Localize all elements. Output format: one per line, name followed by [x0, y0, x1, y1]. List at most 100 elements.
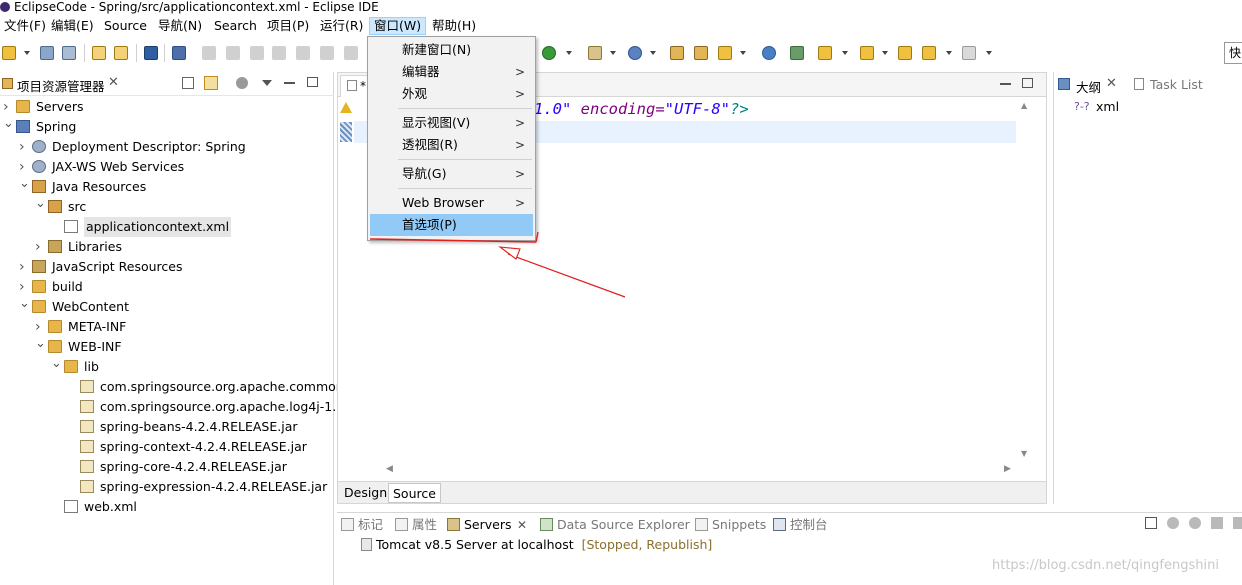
chevron-right-icon[interactable]: › — [19, 257, 29, 277]
chevron-down-icon[interactable]: ⌄ — [19, 174, 30, 194]
chevron-down-icon[interactable] — [24, 51, 30, 55]
chevron-down-icon[interactable] — [946, 51, 952, 55]
chevron-down-icon[interactable]: ⌄ — [19, 294, 30, 314]
tree-item[interactable]: spring-expression-4.2.4.RELEASE.jar — [0, 477, 334, 497]
tree-item[interactable]: › build — [0, 277, 334, 297]
debug-server-icon[interactable] — [1167, 517, 1179, 529]
publish-icon[interactable] — [1233, 517, 1242, 529]
chevron-right-icon[interactable]: › — [35, 237, 45, 257]
menu-item-appearance[interactable]: 外观 > — [370, 83, 533, 105]
tree-item[interactable]: ⌄ WebContent — [0, 294, 334, 317]
tree-item[interactable]: spring-beans-4.2.4.RELEASE.jar — [0, 417, 334, 437]
outline-item-xml[interactable]: xml — [1096, 99, 1119, 114]
open-type-icon[interactable] — [92, 46, 106, 60]
web-service-icon[interactable] — [628, 46, 642, 60]
menu-edit[interactable]: 编辑(E) — [47, 17, 98, 35]
chevron-down-icon[interactable] — [740, 51, 746, 55]
tab-properties[interactable]: 属性 — [395, 515, 437, 535]
tree-item[interactable]: ⌄ src — [0, 196, 334, 217]
stop-server-icon[interactable] — [1211, 517, 1223, 529]
next-annotation-icon[interactable] — [818, 46, 832, 60]
tree-item[interactable]: › JavaScript Resources — [0, 257, 334, 277]
maximize-icon[interactable] — [307, 77, 318, 87]
tree-item[interactable]: web.xml — [0, 497, 334, 517]
view-menu-icon[interactable] — [262, 80, 272, 86]
editor-tab-applicationcontext[interactable]: * — [340, 75, 368, 97]
close-icon[interactable]: ✕ — [1106, 76, 1117, 91]
wand-icon[interactable] — [718, 46, 732, 60]
step-into-icon[interactable] — [296, 46, 310, 60]
last-edit-icon[interactable] — [898, 46, 912, 60]
menu-item-perspective[interactable]: 透视图(R) > — [370, 134, 533, 156]
menu-item-navigation[interactable]: 导航(G) > — [370, 163, 533, 185]
tab-task-list[interactable]: Task List — [1150, 77, 1203, 92]
resume-icon[interactable] — [202, 46, 216, 60]
menu-item-editor[interactable]: 编辑器 > — [370, 61, 533, 83]
tree-item[interactable]: › Deployment Descriptor: Spring — [0, 137, 334, 157]
quick-access-input[interactable]: 快 — [1224, 42, 1242, 64]
menu-help[interactable]: 帮助(H) — [428, 17, 480, 35]
server-row[interactable]: Tomcat v8.5 Server at localhost [Stopped… — [361, 537, 712, 552]
maximize-icon[interactable] — [1022, 78, 1033, 88]
new-server-icon[interactable] — [588, 46, 602, 60]
chevron-down-icon[interactable] — [986, 51, 992, 55]
scroll-left-icon[interactable]: ◀ — [386, 464, 393, 474]
scroll-down-icon[interactable]: ▼ — [1021, 449, 1027, 458]
prev-annotation-icon[interactable] — [860, 46, 874, 60]
scroll-right-icon[interactable]: ▶ — [1004, 464, 1011, 474]
code-line-1[interactable]: 1.0" encoding="UTF-8"?> — [534, 100, 749, 118]
step-return-icon[interactable] — [344, 46, 358, 60]
new-package-icon[interactable] — [670, 46, 684, 60]
menu-item-web-browser[interactable]: Web Browser > — [370, 192, 533, 214]
save-icon[interactable] — [40, 46, 54, 60]
run-icon[interactable] — [542, 46, 556, 60]
terminate-icon[interactable] — [250, 46, 264, 60]
save-all-icon[interactable] — [62, 46, 76, 60]
tree-item[interactable]: ⌄ Java Resources — [0, 174, 334, 197]
back-arrow-icon[interactable] — [922, 46, 936, 60]
forward-arrow-icon[interactable] — [962, 46, 976, 60]
minimize-icon[interactable] — [284, 82, 295, 84]
tree-item[interactable]: › Servers — [0, 97, 334, 117]
debug-skip-icon[interactable] — [172, 46, 186, 60]
tab-design[interactable]: Design — [340, 483, 391, 503]
tab-console[interactable]: 控制台 — [773, 515, 828, 535]
step-over-icon[interactable] — [320, 46, 334, 60]
tree-item[interactable]: › Libraries — [0, 237, 334, 257]
tree-item[interactable]: com.springsource.org.apache.commons — [0, 377, 350, 397]
menu-window[interactable]: 窗口(W) — [369, 17, 427, 35]
tab-markers[interactable]: 标记 — [341, 515, 383, 535]
console-icon[interactable] — [144, 46, 158, 60]
disconnect-icon[interactable] — [272, 46, 286, 60]
warning-icon[interactable] — [340, 102, 352, 113]
chevron-down-icon[interactable] — [650, 51, 656, 55]
suspend-icon[interactable] — [226, 46, 240, 60]
menu-item-new-window[interactable]: 新建窗口(N) — [370, 39, 533, 61]
menu-file[interactable]: 文件(F) — [0, 17, 50, 35]
search-icon[interactable] — [790, 46, 804, 60]
tab-source[interactable]: Source — [388, 483, 441, 503]
tab-data-source-explorer[interactable]: Data Source Explorer — [540, 515, 690, 535]
close-icon[interactable]: ✕ — [517, 518, 527, 532]
chevron-down-icon[interactable] — [610, 51, 616, 55]
open-folder-icon[interactable] — [694, 46, 708, 60]
minimize-icon[interactable] — [1000, 83, 1011, 85]
tab-servers[interactable]: Servers — [447, 515, 512, 535]
open-resource-icon[interactable] — [114, 46, 128, 60]
menu-navigate[interactable]: 导航(N) — [154, 17, 206, 35]
menu-project[interactable]: 项目(P) — [263, 17, 313, 35]
editor-vertical-scrollbar[interactable]: ▲ ▼ — [1018, 97, 1032, 463]
tree-item[interactable]: › META-INF — [0, 317, 334, 337]
menu-source[interactable]: Source — [100, 17, 151, 35]
chevron-right-icon[interactable]: › — [19, 137, 29, 157]
filter-icon[interactable] — [236, 77, 248, 89]
scroll-up-icon[interactable]: ▲ — [1021, 101, 1027, 110]
menu-item-show-view[interactable]: 显示视图(V) > — [370, 112, 533, 134]
menu-search[interactable]: Search — [210, 17, 261, 35]
tree-item[interactable]: spring-core-4.2.4.RELEASE.jar — [0, 457, 334, 477]
chevron-down-icon[interactable]: ⌄ — [35, 334, 46, 354]
collapse-all-icon[interactable] — [182, 77, 194, 89]
start-server-icon[interactable] — [1189, 517, 1201, 529]
editor-horizontal-scrollbar[interactable]: ◀ ▶ — [382, 463, 1018, 477]
chevron-down-icon[interactable] — [842, 51, 848, 55]
